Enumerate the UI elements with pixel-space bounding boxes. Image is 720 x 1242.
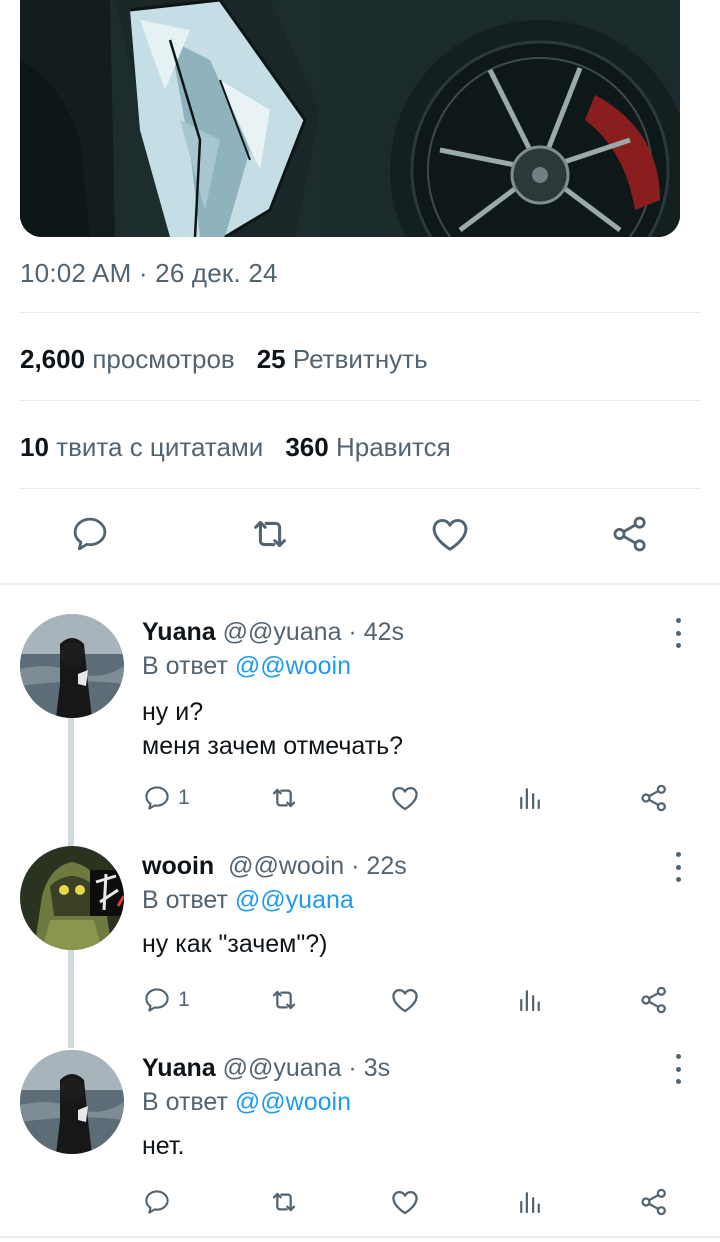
- views-chart-icon: [520, 788, 540, 810]
- reply-2-meta: @@wooin · 22s: [228, 852, 407, 880]
- reply-1-replying-to: В ответ @@wooin: [142, 652, 351, 681]
- like-button[interactable]: [426, 510, 474, 558]
- views-chart-icon: [520, 1192, 540, 1214]
- divider: [20, 488, 700, 489]
- heart-icon: [392, 1191, 418, 1215]
- retweets-label: Ретвитнуть: [292, 344, 428, 374]
- divider: [20, 400, 700, 401]
- reply-2-replying-to: В ответ @@yuana: [142, 886, 354, 915]
- reply-to-prefix: В ответ: [142, 652, 228, 680]
- reply-3-text: нет.: [142, 1132, 185, 1160]
- quotes-stat[interactable]: 10 твита с цитатами: [20, 432, 263, 462]
- avatar-image: [20, 614, 124, 718]
- reply-button[interactable]: 1: [142, 780, 190, 816]
- quotes-count: 10: [20, 432, 49, 462]
- retweet-button[interactable]: [268, 780, 300, 816]
- reply-1-text: ну и? меня зачем отмечать?: [142, 698, 404, 760]
- retweet-icon: [272, 990, 296, 1010]
- tweet-timestamp[interactable]: 10:02 AM · 26 дек. 24: [20, 258, 278, 289]
- likes-label: Нравится: [335, 432, 451, 462]
- reply-icon: [145, 1190, 169, 1214]
- reply-button[interactable]: 1: [142, 982, 190, 1018]
- share-icon: [641, 1188, 666, 1216]
- views-label: просмотров: [92, 344, 235, 374]
- reply-to-prefix: В ответ: [142, 886, 228, 914]
- views-count: 2,600: [20, 344, 86, 374]
- avatar-yuana[interactable]: [20, 1050, 124, 1154]
- reply-button[interactable]: [66, 510, 114, 558]
- reply-1-header: Yuana @@yuana · 42s: [142, 618, 404, 647]
- reply-count: 1: [178, 786, 190, 809]
- retweet-icon: [272, 788, 296, 808]
- reply-icon: [145, 988, 169, 1012]
- reply-to-prefix: В ответ: [142, 1088, 228, 1116]
- views-button[interactable]: [515, 982, 545, 1018]
- avatar-image: [20, 1050, 124, 1154]
- tweet-media-image[interactable]: [20, 0, 680, 237]
- retweet-button[interactable]: [268, 1184, 300, 1220]
- heart-icon: [392, 989, 418, 1013]
- reply-2-author-name[interactable]: wooin: [142, 852, 214, 880]
- reply-1-actions: 1: [0, 780, 720, 816]
- avatar-wooin[interactable]: [20, 846, 124, 950]
- like-button[interactable]: [389, 780, 421, 816]
- more-options-button[interactable]: [668, 618, 688, 648]
- retweets-stat[interactable]: 25 Ретвитнуть: [257, 344, 428, 374]
- share-button[interactable]: [638, 1184, 670, 1220]
- reply-3-meta: @@yuana · 3s: [222, 1054, 391, 1082]
- divider: [20, 312, 700, 313]
- reply-to-handle-link[interactable]: @@wooin: [235, 1088, 351, 1116]
- reply-icon: [73, 517, 107, 551]
- retweet-button[interactable]: [246, 510, 294, 558]
- like-button[interactable]: [389, 1184, 421, 1220]
- reply-to-handle-link[interactable]: @@wooin: [235, 652, 351, 680]
- views-stat[interactable]: 2,600 просмотров: [20, 344, 235, 374]
- reply-3-replying-to: В ответ @@wooin: [142, 1088, 351, 1117]
- reply-1-author-name[interactable]: Yuana: [142, 618, 216, 646]
- reply-3-author-name[interactable]: Yuana: [142, 1054, 216, 1082]
- retweet-button[interactable]: [268, 982, 300, 1018]
- divider: [0, 1236, 720, 1238]
- like-button[interactable]: [389, 982, 421, 1018]
- retweets-count: 25: [256, 344, 286, 374]
- reply-1-meta: @@yuana · 42s: [222, 618, 405, 646]
- tweet-action-bar: [0, 510, 720, 566]
- reply-to-handle-link[interactable]: @@yuana: [235, 886, 354, 914]
- more-options-button[interactable]: [668, 852, 688, 882]
- retweet-icon: [254, 520, 286, 548]
- avatar-yuana[interactable]: [20, 614, 124, 718]
- stats-row-views-retweets: 2,600 просмотров 25 Ретвитнуть: [20, 344, 428, 375]
- retweet-icon: [272, 1192, 296, 1212]
- views-button[interactable]: [515, 780, 545, 816]
- quotes-label: твита с цитатами: [56, 432, 264, 462]
- more-options-button[interactable]: [668, 1054, 688, 1084]
- share-button[interactable]: [606, 510, 654, 558]
- views-button[interactable]: [515, 1184, 545, 1220]
- heart-icon: [432, 518, 468, 551]
- views-chart-icon: [520, 990, 540, 1012]
- share-icon: [641, 986, 666, 1014]
- share-icon: [613, 516, 646, 552]
- share-button[interactable]: [638, 982, 670, 1018]
- media-illustration: [20, 0, 680, 237]
- section-separator: [0, 583, 720, 585]
- likes-count: 360: [285, 432, 329, 462]
- reply-icon: [145, 786, 169, 810]
- avatar-image: [20, 846, 124, 950]
- reply-button[interactable]: [142, 1184, 172, 1220]
- reply-3-actions: [0, 1184, 720, 1220]
- reply-2-text: ну как "зачем"?): [142, 930, 328, 958]
- share-icon: [641, 784, 666, 812]
- likes-stat[interactable]: 360 Нравится: [285, 432, 450, 462]
- reply-2-header: wooin @@wooin · 22s: [142, 852, 407, 881]
- reply-count: 1: [178, 988, 190, 1011]
- heart-icon: [392, 787, 418, 811]
- reply-3-header: Yuana @@yuana · 3s: [142, 1054, 390, 1083]
- stats-row-quotes-likes: 10 твита с цитатами 360 Нравится: [20, 432, 451, 463]
- reply-2-actions: 1: [0, 982, 720, 1018]
- share-button[interactable]: [638, 780, 670, 816]
